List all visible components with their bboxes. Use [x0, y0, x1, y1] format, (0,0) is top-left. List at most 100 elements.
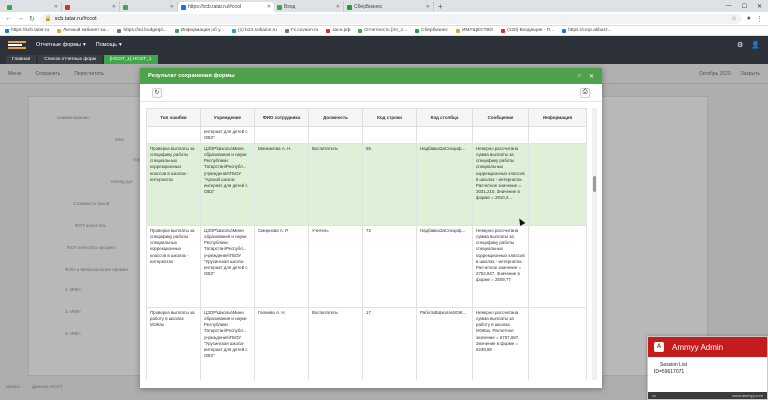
column-header-position[interactable]: Должность	[308, 108, 363, 127]
dialog-toolbar: ↻ ⎙	[140, 84, 602, 102]
close-tab-icon[interactable]: ✕	[426, 4, 430, 10]
table-cell: Минкаеева А. Н.	[254, 143, 309, 227]
browser-tab-2[interactable]: ✕	[62, 2, 120, 12]
tab-favicon	[181, 4, 186, 10]
menu-help[interactable]: Помощь ▾	[96, 42, 122, 48]
ammyy-website-link[interactable]: www.ammyy.com	[732, 393, 763, 398]
bookmark-item[interactable]: Сбербизнес	[415, 28, 448, 33]
browser-tab-6[interactable]: СберБизнес ✕	[344, 2, 434, 12]
bookmark-favicon	[284, 28, 289, 33]
settings-icon[interactable]: ⚙	[737, 41, 743, 49]
bookmark-item[interactable]: ИМУЩЕСТВО	[455, 28, 493, 33]
tab-nsot[interactable]: [НСОТ_1] НСОТ_1	[103, 55, 158, 64]
column-header-error-type[interactable]: Тип ошибки	[146, 108, 201, 127]
bookmark-item[interactable]: (120) Входящие - П...	[501, 28, 554, 33]
browser-tab-active[interactable]: https://scb.tatar.ru/#cool ✕	[178, 2, 274, 12]
bookmark-favicon	[232, 28, 237, 33]
table-cell	[308, 125, 363, 145]
url-input[interactable]: 🔒 scb.tatar.ru/#ccot ☆	[39, 13, 742, 24]
column-header-row-code[interactable]: Код строки	[362, 108, 417, 127]
browser-tab-5[interactable]: Вход ✕	[274, 2, 344, 12]
table-cell	[528, 125, 587, 145]
new-tab-icon[interactable]: +	[434, 2, 447, 11]
chevron-down-icon: ▾	[119, 42, 122, 48]
column-header-info[interactable]: Информация	[528, 108, 587, 127]
table-cell: Смирнова А. Р.	[254, 225, 309, 309]
table-cell: ЦЗОР\Школы\Мини образования и науки Респ…	[200, 143, 255, 227]
close-window-icon[interactable]: ✕	[757, 3, 762, 10]
column-header-fio[interactable]: ФИО сотрудника	[254, 108, 309, 127]
bookmark-favicon	[358, 28, 363, 33]
table-cell: Проверка выплаты за специфику работы спе…	[146, 225, 201, 309]
app-logo[interactable]	[8, 41, 26, 49]
session-id: ID=59617071	[654, 369, 685, 375]
bookmark-item[interactable]: Гх.сovaon.ru	[284, 28, 318, 33]
table-row[interactable]: Проверка выплаты за работу в школах МЭКа…	[146, 307, 587, 380]
column-header-institution[interactable]: Учреждение	[200, 108, 255, 127]
browser-tab-1[interactable]: ✕	[4, 2, 62, 12]
table-cell	[472, 125, 529, 145]
bookmark-item[interactable]: (1) b24.sobaion.ru	[232, 28, 277, 33]
table-row[interactable]: интернат для детей с ОВЗ"	[146, 125, 587, 145]
maximize-dialog-icon[interactable]: ○	[577, 73, 581, 80]
dialog-header: Результат сохранения формы ○ ✕	[140, 68, 602, 84]
bookmark-item[interactable]: https://sd.budgetpl...	[117, 28, 167, 33]
bookmark-item[interactable]: Информация об у...	[174, 28, 224, 33]
bookmarks-bar: https://scb.tatar.ru Личный кабинет ка..…	[0, 26, 768, 36]
dialog-controls: ○ ✕	[577, 73, 594, 80]
star-icon[interactable]: ☆	[731, 15, 736, 22]
reload-icon[interactable]: ↻	[29, 15, 35, 23]
close-dialog-icon[interactable]: ✕	[589, 73, 594, 80]
table-cell: Галиева А. Н.	[254, 307, 309, 380]
maximize-icon[interactable]: ☐	[742, 3, 747, 10]
table-cell: ЦЗОР\Школы\Мини образования и науки Респ…	[200, 307, 255, 380]
close-tab-icon[interactable]: ✕	[336, 4, 340, 10]
close-tab-icon[interactable]: ✕	[267, 4, 271, 10]
refresh-icon: ↻	[154, 90, 160, 96]
column-header-message[interactable]: Сообщение	[472, 108, 529, 127]
tab-favicon	[347, 4, 352, 10]
print-button[interactable]: ⎙	[580, 87, 590, 98]
minimize-icon[interactable]: —	[726, 3, 732, 10]
bookmark-item[interactable]: https://corp.akbarz...	[562, 28, 612, 33]
close-tab-icon[interactable]: ✕	[170, 4, 174, 10]
table-row-selected[interactable]: Проверка выплаты за специфику работы спе…	[146, 143, 587, 227]
ammyy-logo-icon: A	[654, 342, 664, 352]
close-tab-icon[interactable]: ✕	[54, 4, 58, 10]
tab-home[interactable]: Главная	[6, 55, 37, 64]
table-cell	[416, 125, 473, 145]
tab-favicon	[7, 4, 12, 10]
column-header-col-code[interactable]: Код столбца	[416, 108, 473, 127]
table-cell: НадбавкаЗаСпециф...	[416, 143, 473, 227]
profile-icon[interactable]: ●	[747, 15, 751, 22]
table-cell: 72	[362, 225, 417, 309]
close-tab-icon[interactable]: ✕	[112, 4, 116, 10]
bookmark-item[interactable]: засн.рф	[326, 28, 350, 33]
user-icon[interactable]: 👤	[751, 41, 760, 49]
ammyy-footer: ••• www.ammyy.com	[648, 392, 767, 399]
table-cell: Воспитатель	[308, 307, 363, 380]
menu-report-forms[interactable]: Отчетные формы ▾	[36, 42, 86, 48]
table-cell: Неверно рассчитана сумма выплаты за спец…	[472, 143, 529, 227]
lock-icon: 🔒	[44, 15, 52, 22]
bookmark-item[interactable]: Личный кабинет ка...	[57, 28, 109, 33]
session-list-label[interactable]: Session List	[654, 362, 761, 369]
menu-dots-icon[interactable]: ⋮	[756, 15, 763, 23]
back-icon[interactable]: ←	[5, 15, 12, 22]
scrollbar-thumb[interactable]	[593, 176, 596, 192]
tab-report-list[interactable]: Список отчетных форм	[38, 55, 102, 64]
ammyy-expand-icon[interactable]: •••	[652, 393, 656, 398]
chevron-down-icon: ▾	[83, 42, 86, 48]
browser-tab-bar: ✕ ✕ ✕ https://scb.tatar.ru/#cool ✕ Вход ✕ …	[0, 0, 768, 12]
window-controls: — ☐ ✕	[726, 3, 768, 10]
bookmark-item[interactable]: https://scb.tatar.ru	[5, 28, 49, 33]
refresh-button[interactable]: ↻	[152, 87, 162, 98]
forward-icon[interactable]: →	[17, 15, 24, 22]
bookmark-item[interactable]: Отчетность [mr_c...	[358, 28, 407, 33]
grid-scrollbar[interactable]	[592, 108, 597, 380]
table-cell: Воспитатель	[308, 143, 363, 227]
table-row[interactable]: Проверка выплаты за специфику работы спе…	[146, 225, 587, 309]
ammyy-title: Ammyy Admin	[672, 342, 724, 352]
browser-tab-3[interactable]: ✕	[120, 2, 178, 12]
table-cell	[528, 307, 587, 380]
